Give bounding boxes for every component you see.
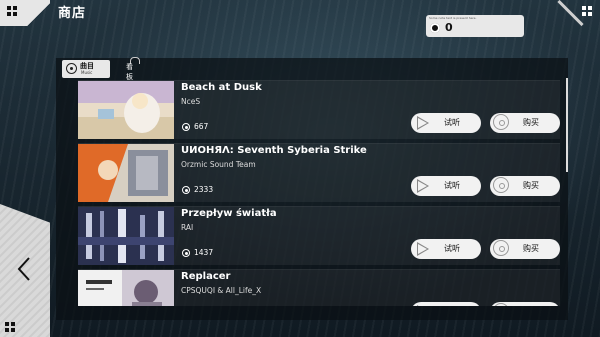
play-icon <box>417 116 429 130</box>
song-artist: NceS <box>181 97 201 106</box>
music-disc-icon <box>66 63 77 74</box>
menu-corner[interactable] <box>0 0 50 26</box>
tab-music[interactable]: 曲目 Music <box>62 60 110 78</box>
song-price: 2333 <box>194 185 214 194</box>
list-item[interactable]: Przepływ światła RAI 1437 试听 购买 <box>78 206 560 265</box>
listen-button[interactable]: 试听 <box>411 113 481 133</box>
buy-button[interactable]: 购买 <box>490 239 560 259</box>
song-list: Beach at Dusk NceS 667 试听 购买 UИOHЯΛ: Sev… <box>78 80 560 306</box>
play-icon <box>417 242 429 256</box>
grid-icon[interactable] <box>7 6 17 16</box>
listen-label: 试听 <box>444 181 460 190</box>
currency-amount: 0 <box>445 21 453 34</box>
song-title: Replacer <box>181 271 231 282</box>
song-artist: CPSQUQI & All_Life_X <box>181 286 262 295</box>
list-item[interactable]: Replacer CPSQUQI & All_Life_X 试听 购买 <box>78 269 560 306</box>
listen-label: 试听 <box>444 244 460 253</box>
listen-button[interactable]: 试听 <box>411 302 481 306</box>
buy-label: 购买 <box>523 244 539 253</box>
disc-icon <box>493 240 509 256</box>
album-cover <box>78 81 174 139</box>
song-price: 667 <box>194 122 209 131</box>
scrollbar[interactable] <box>566 78 568 172</box>
buy-label: 购买 <box>523 118 539 127</box>
song-price: 1437 <box>194 248 214 257</box>
listen-label: 试听 <box>444 118 460 127</box>
currency-note: Some note text is present here. <box>429 16 477 20</box>
coin-icon <box>182 249 190 257</box>
song-title: Przepływ światła <box>181 208 277 219</box>
disc-icon <box>493 177 509 193</box>
disc-icon <box>493 114 509 130</box>
play-icon <box>417 179 429 193</box>
buy-button[interactable]: 购买 <box>490 113 560 133</box>
album-cover <box>78 144 174 202</box>
currency-display: Some note text is present here. 0 <box>426 15 524 37</box>
settings-corner[interactable] <box>552 0 600 27</box>
buy-label: 购买 <box>523 181 539 190</box>
grid-icon[interactable] <box>5 322 15 332</box>
grid-icon[interactable] <box>582 6 592 16</box>
listen-button[interactable]: 试听 <box>411 176 481 196</box>
tab-music-sub: Music <box>81 70 93 75</box>
song-title: Beach at Dusk <box>181 82 262 93</box>
song-artist: Orzmic Sound Team <box>181 160 256 169</box>
decor-stripe <box>557 0 584 27</box>
back-icon[interactable] <box>16 256 32 282</box>
disc-icon <box>493 303 509 306</box>
album-cover <box>78 270 174 306</box>
coin-icon <box>182 123 190 131</box>
song-artist: RAI <box>181 223 194 232</box>
listen-button[interactable]: 试听 <box>411 239 481 259</box>
tab-board[interactable]: 看板 <box>126 62 133 82</box>
page-title: 商店 <box>58 6 87 21</box>
coin-icon <box>182 186 190 194</box>
list-item[interactable]: UИOHЯΛ: Seventh Syberia Strike Orzmic So… <box>78 143 560 202</box>
album-cover <box>78 207 174 265</box>
buy-button[interactable]: 购买 <box>490 176 560 196</box>
list-item[interactable]: Beach at Dusk NceS 667 试听 购买 <box>78 80 560 139</box>
coin-icon <box>430 23 440 33</box>
buy-button[interactable]: 购买 <box>490 302 560 306</box>
song-title: UИOHЯΛ: Seventh Syberia Strike <box>181 145 367 156</box>
